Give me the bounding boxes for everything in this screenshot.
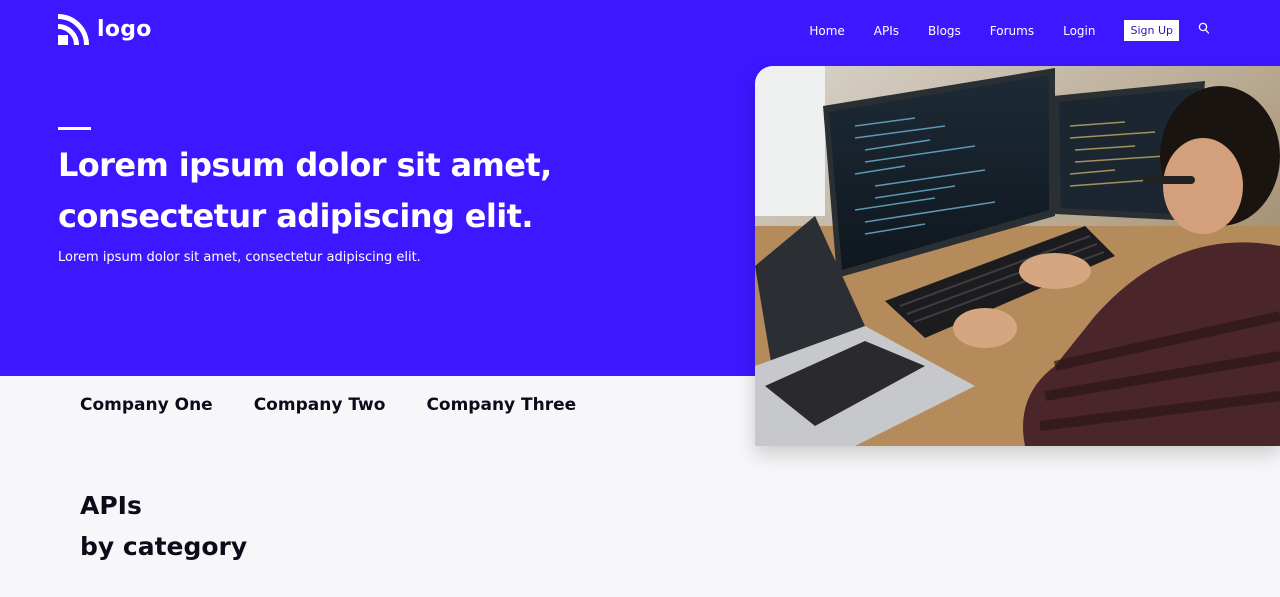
company-three: Company Three xyxy=(426,395,577,415)
hero-subtext: Lorem ipsum dolor sit amet, consectetur … xyxy=(58,250,421,265)
nav-blogs[interactable]: Blogs xyxy=(928,24,961,38)
hero-image xyxy=(755,66,1280,446)
headline-line-2: consectetur adipiscing elit. xyxy=(58,197,534,235)
nav-home[interactable]: Home xyxy=(809,24,844,38)
section-title-line-1: APIs xyxy=(80,491,142,520)
nav-login[interactable]: Login xyxy=(1063,24,1095,38)
logo[interactable]: logo xyxy=(58,14,152,45)
headline-line-1: Lorem ipsum dolor sit amet, xyxy=(58,146,552,184)
nav-apis[interactable]: APIs xyxy=(874,24,899,38)
section-title: APIs by category xyxy=(80,485,247,567)
company-two: Company Two xyxy=(253,395,386,415)
nav-forums[interactable]: Forums xyxy=(990,24,1034,38)
section-title-line-2: by category xyxy=(80,532,248,561)
hero-headline: Lorem ipsum dolor sit amet, consectetur … xyxy=(58,140,618,242)
accent-line xyxy=(58,127,91,130)
company-one: Company One xyxy=(80,395,213,415)
company-list: Company One Company Two Company Three xyxy=(80,395,617,415)
logo-text: logo xyxy=(97,17,152,42)
main-nav: Home APIs Blogs Forums Login Sign Up xyxy=(780,20,1210,41)
search-icon[interactable] xyxy=(1198,21,1210,35)
signup-button[interactable]: Sign Up xyxy=(1124,20,1179,41)
logo-icon xyxy=(58,14,89,45)
